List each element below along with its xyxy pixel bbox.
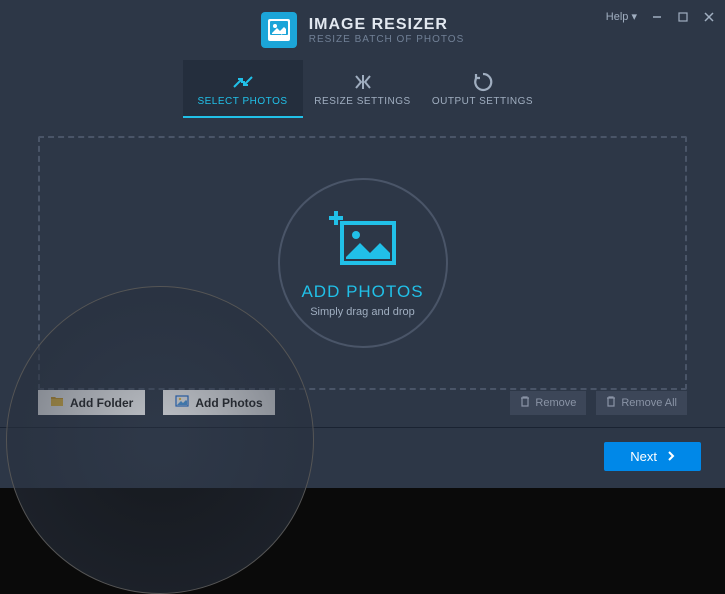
- next-button[interactable]: Next: [604, 442, 701, 471]
- tab-select-photos[interactable]: SELECT PHOTOS: [183, 60, 303, 118]
- resize-settings-icon: [353, 72, 373, 92]
- tab-resize-settings[interactable]: RESIZE SETTINGS: [303, 60, 423, 118]
- chevron-right-icon: [667, 449, 675, 464]
- remove-label: Remove: [535, 397, 576, 409]
- add-folder-button[interactable]: Add Folder: [38, 390, 145, 415]
- left-buttons: Add Folder Add Photos: [38, 390, 275, 415]
- remove-all-label: Remove All: [621, 397, 677, 409]
- remove-button[interactable]: Remove: [510, 391, 586, 415]
- tab-label: OUTPUT SETTINGS: [432, 96, 533, 107]
- folder-icon: [50, 395, 64, 410]
- dropzone[interactable]: ADD PHOTOS Simply drag and drop: [38, 136, 687, 390]
- remove-all-button[interactable]: Remove All: [596, 391, 687, 415]
- add-photos-icon: [328, 209, 398, 272]
- logo-block: IMAGE RESIZER RESIZE BATCH OF PHOTOS: [261, 12, 465, 48]
- header: Help ▾ IMAGE RESIZE: [0, 0, 725, 60]
- tab-bar: SELECT PHOTOS RESIZE SETTINGS OUTPUT SET…: [0, 60, 725, 118]
- help-label: Help: [606, 11, 629, 23]
- photo-icon: [175, 395, 189, 410]
- tab-output-settings[interactable]: OUTPUT SETTINGS: [423, 60, 543, 118]
- maximize-button[interactable]: [677, 11, 689, 23]
- app-title: IMAGE RESIZER: [309, 16, 465, 34]
- next-bar: Next: [0, 428, 725, 485]
- app-window: Help ▾ IMAGE RESIZE: [0, 0, 725, 488]
- add-photos-subtitle: Simply drag and drop: [310, 306, 415, 318]
- trash-icon: [520, 396, 530, 410]
- help-menu[interactable]: Help ▾: [606, 10, 637, 23]
- output-settings-icon: [473, 72, 493, 92]
- app-subtitle: RESIZE BATCH OF PHOTOS: [309, 34, 465, 45]
- app-logo-icon: [261, 12, 297, 48]
- tab-label: RESIZE SETTINGS: [314, 96, 410, 107]
- minimize-button[interactable]: [651, 11, 663, 23]
- tab-label: SELECT PHOTOS: [197, 96, 287, 107]
- select-arrows-icon: [232, 72, 254, 92]
- close-button[interactable]: [703, 11, 715, 23]
- next-label: Next: [630, 449, 657, 464]
- content-area: ADD PHOTOS Simply drag and drop: [0, 118, 725, 378]
- add-photos-button[interactable]: Add Photos: [163, 390, 274, 415]
- right-buttons: Remove Remove All: [510, 391, 687, 415]
- add-folder-label: Add Folder: [70, 396, 133, 410]
- add-photos-label: Add Photos: [195, 396, 262, 410]
- trash-icon: [606, 396, 616, 410]
- add-photos-title: ADD PHOTOS: [301, 282, 423, 302]
- add-photos-circle[interactable]: ADD PHOTOS Simply drag and drop: [278, 178, 448, 348]
- window-controls: Help ▾: [606, 10, 715, 23]
